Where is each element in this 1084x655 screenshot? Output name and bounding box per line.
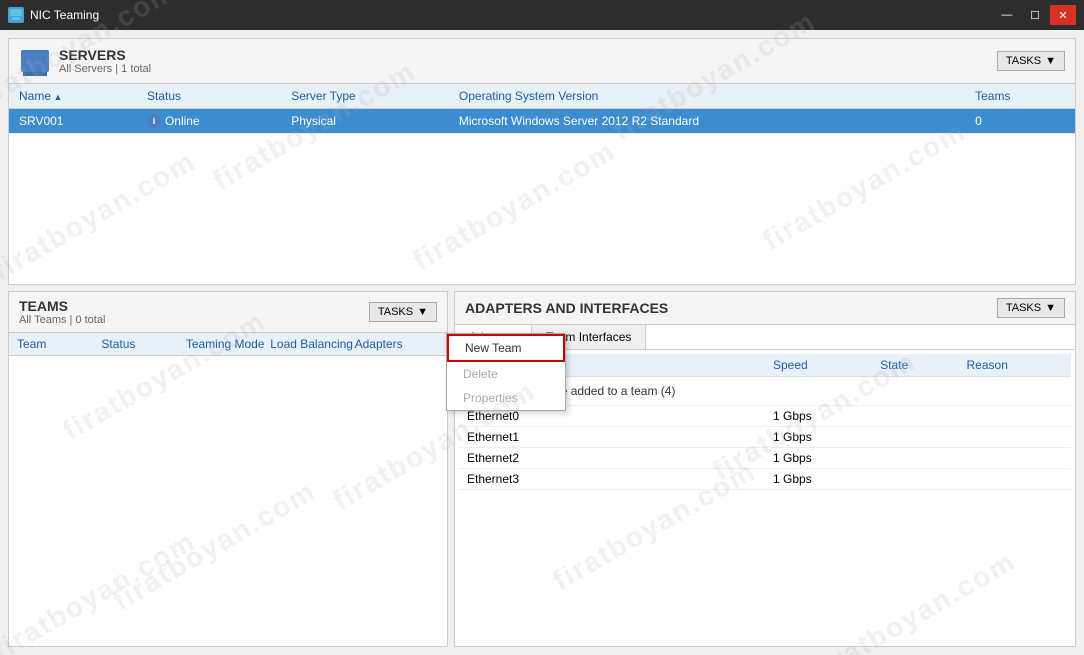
cell-status: i Online bbox=[137, 109, 281, 134]
adapter-name: Ethernet1 bbox=[459, 427, 765, 448]
adapter-name: Ethernet3 bbox=[459, 469, 765, 490]
adapter-state bbox=[872, 406, 958, 427]
adapters-col-reason[interactable]: Reason bbox=[959, 354, 1071, 377]
adapters-heading: ADAPTERS AND INTERFACES bbox=[465, 300, 668, 316]
tasks-dropdown-menu: New Team Delete Properties bbox=[446, 333, 566, 411]
teams-col-load-balancing: Load Balancing bbox=[270, 337, 354, 351]
adapters-col-speed[interactable]: Speed bbox=[765, 354, 872, 377]
adapter-state bbox=[872, 469, 958, 490]
online-icon: i bbox=[147, 114, 161, 128]
teams-table-wrap bbox=[9, 356, 447, 646]
tasks-dropdown-icon: ▼ bbox=[1045, 55, 1056, 67]
table-row[interactable]: Ethernet1 1 Gbps bbox=[459, 427, 1071, 448]
servers-tasks-button[interactable]: TASKS ▼ bbox=[997, 51, 1065, 71]
teams-col-teaming-mode: Teaming Mode bbox=[186, 337, 270, 351]
cell-teams: 0 bbox=[965, 109, 1075, 134]
teams-header: TEAMS All Teams | 0 total TASKS ▼ bbox=[9, 292, 447, 333]
teams-col-status: Status bbox=[101, 337, 185, 351]
teams-title-group: TEAMS All Teams | 0 total bbox=[19, 298, 105, 326]
teams-col-team: Team bbox=[17, 337, 101, 351]
teams-subheading: All Teams | 0 total bbox=[19, 314, 105, 326]
window-controls: — ☐ ✕ bbox=[994, 5, 1076, 25]
adapter-speed: 1 Gbps bbox=[765, 427, 872, 448]
table-row[interactable]: Ethernet3 1 Gbps bbox=[459, 469, 1071, 490]
adapters-title-group: ADAPTERS AND INTERFACES bbox=[465, 300, 668, 316]
servers-table-wrap: Name Status Server Type Operating System… bbox=[9, 84, 1075, 284]
col-os-version[interactable]: Operating System Version bbox=[449, 84, 965, 109]
adapters-header: ADAPTERS AND INTERFACES TASKS ▼ bbox=[455, 292, 1075, 325]
col-status[interactable]: Status bbox=[137, 84, 281, 109]
adapter-state bbox=[872, 448, 958, 469]
minimize-button[interactable]: — bbox=[994, 5, 1020, 25]
servers-heading: SERVERS bbox=[59, 47, 151, 63]
teams-tasks-dropdown-icon: ▼ bbox=[417, 306, 428, 318]
adapters-tasks-dropdown-icon: ▼ bbox=[1045, 302, 1056, 314]
servers-title-text: SERVERS All Servers | 1 total bbox=[59, 47, 151, 75]
adapter-state bbox=[872, 427, 958, 448]
adapters-tasks-button[interactable]: TASKS ▼ bbox=[997, 298, 1065, 318]
servers-title-group: SERVERS All Servers | 1 total bbox=[19, 45, 151, 77]
adapters-col-state[interactable]: State bbox=[872, 354, 958, 377]
adapter-speed: 1 Gbps bbox=[765, 448, 872, 469]
dropdown-item-new-team[interactable]: New Team bbox=[447, 334, 565, 362]
window-title: NIC Teaming bbox=[30, 8, 99, 22]
col-server-type[interactable]: Server Type bbox=[281, 84, 449, 109]
teams-columns: Team Status Teaming Mode Load Balancing … bbox=[9, 333, 447, 356]
cell-name: SRV001 bbox=[9, 109, 137, 134]
adapter-reason bbox=[959, 448, 1071, 469]
servers-table: Name Status Server Type Operating System… bbox=[9, 84, 1075, 134]
col-teams[interactable]: Teams bbox=[965, 84, 1075, 109]
teams-panel: TEAMS All Teams | 0 total TASKS ▼ Team S… bbox=[8, 291, 448, 647]
cell-os: Microsoft Windows Server 2012 R2 Standar… bbox=[449, 109, 965, 134]
adapter-name: Ethernet2 bbox=[459, 448, 765, 469]
adapter-speed: 1 Gbps bbox=[765, 469, 872, 490]
table-row[interactable]: Ethernet2 1 Gbps bbox=[459, 448, 1071, 469]
servers-table-header-row: Name Status Server Type Operating System… bbox=[9, 84, 1075, 109]
cell-server-type: Physical bbox=[281, 109, 449, 134]
adapter-reason bbox=[959, 427, 1071, 448]
dropdown-item-properties: Properties bbox=[447, 386, 565, 410]
teams-col-adapters: Adapters bbox=[355, 337, 439, 351]
servers-header: SERVERS All Servers | 1 total TASKS ▼ bbox=[9, 39, 1075, 84]
servers-subheading: All Servers | 1 total bbox=[59, 63, 151, 75]
servers-icon bbox=[19, 45, 51, 77]
adapter-reason bbox=[959, 469, 1071, 490]
servers-panel: SERVERS All Servers | 1 total TASKS ▼ Na… bbox=[8, 38, 1076, 285]
teams-heading: TEAMS bbox=[19, 298, 105, 314]
adapter-reason bbox=[959, 406, 1071, 427]
adapter-speed: 1 Gbps bbox=[765, 406, 872, 427]
title-bar-left: NIC Teaming bbox=[8, 7, 99, 23]
dropdown-item-delete: Delete bbox=[447, 362, 565, 386]
table-row[interactable]: SRV001 i Online Physical Microsoft Windo… bbox=[9, 109, 1075, 134]
maximize-button[interactable]: ☐ bbox=[1022, 5, 1048, 25]
close-button[interactable]: ✕ bbox=[1050, 5, 1076, 25]
col-name[interactable]: Name bbox=[9, 84, 137, 109]
app-icon bbox=[8, 7, 24, 23]
title-bar: NIC Teaming — ☐ ✕ bbox=[0, 0, 1084, 30]
teams-tasks-button[interactable]: TASKS ▼ bbox=[369, 302, 437, 322]
